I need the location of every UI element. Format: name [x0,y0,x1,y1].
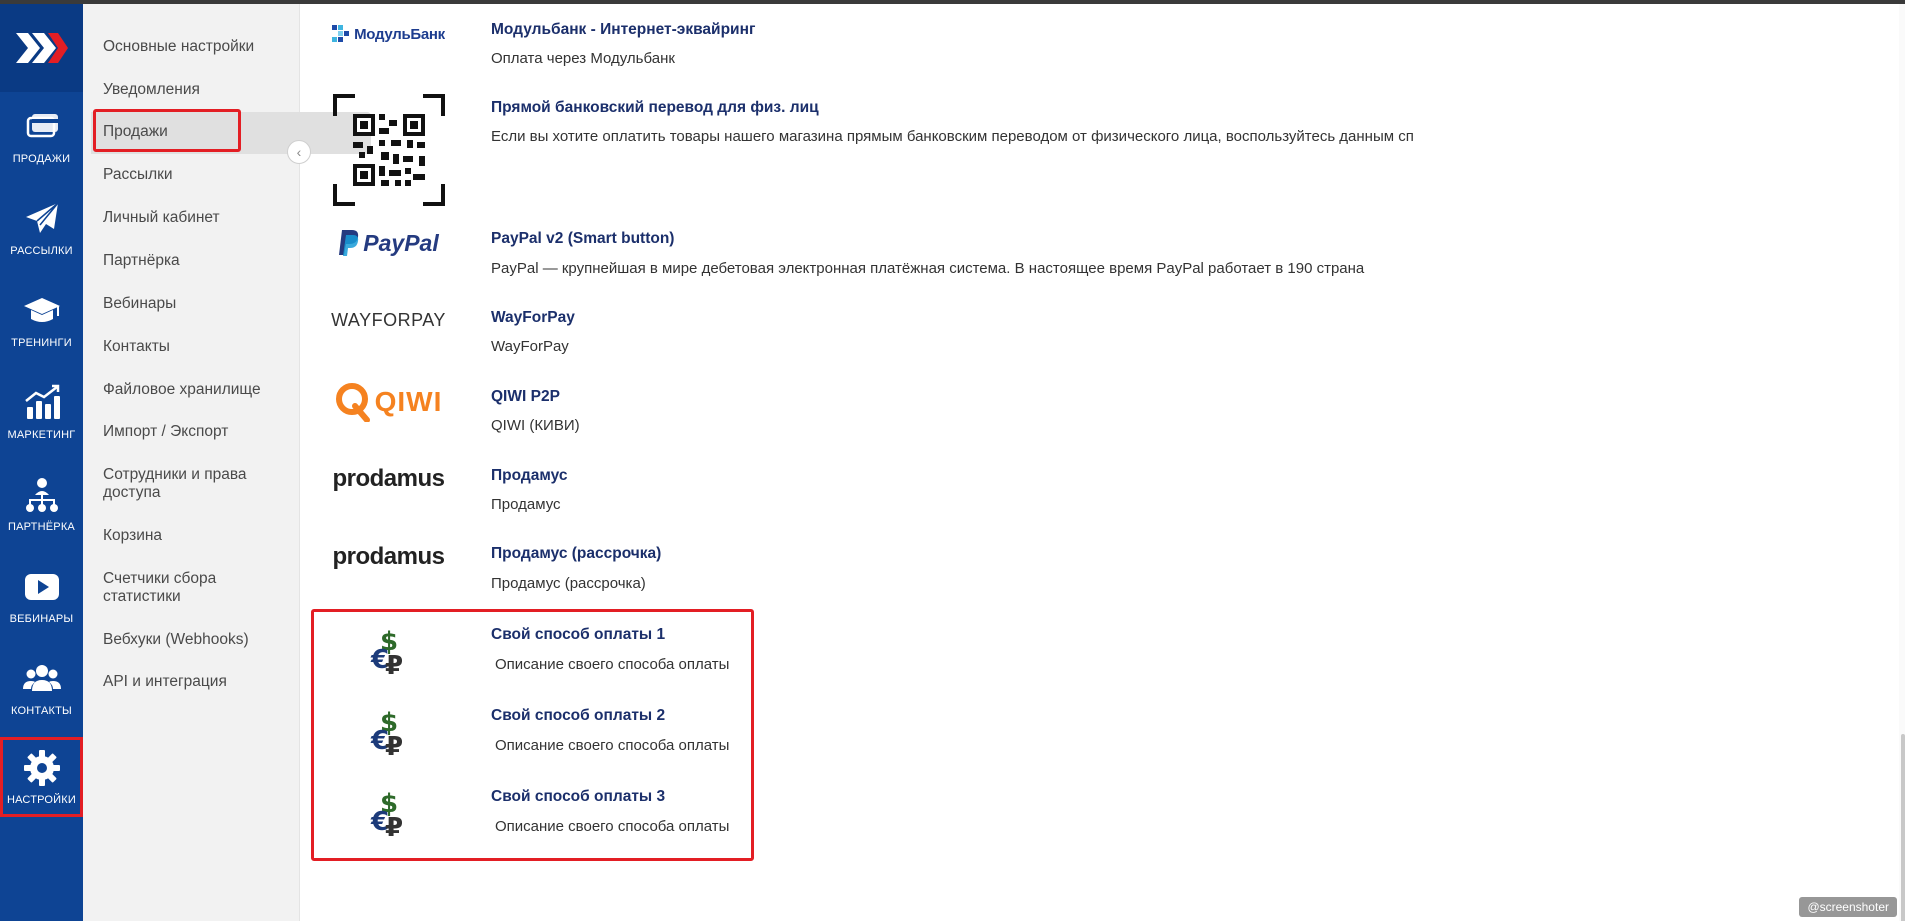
rail-item-trainings[interactable]: ТРЕНИНГИ [0,276,83,364]
active-menu-highlight [93,109,241,152]
rail-item-contacts[interactable]: КОНТАКТЫ [0,644,83,732]
menu-item-webinars[interactable]: Вебинары [103,295,293,313]
prodamus-logo-text: prodamus [332,543,445,570]
rail-label: НАСТРОЙКИ [6,794,76,806]
menu-item-counters[interactable]: Счетчики сбора статистики [103,570,253,606]
payment-method-title[interactable]: QIWI P2P [491,388,560,406]
rail-item-mailings[interactable]: РАССЫЛКИ [0,184,83,272]
scrollbar[interactable] [1899,4,1905,921]
prodamus-logo: prodamus [331,463,446,495]
chevron-left-icon: ‹ [296,144,302,160]
payment-method-desc: Продамус (рассрочка) [491,575,646,592]
play-icon [24,574,59,600]
menu-item-staff[interactable]: Сотрудники и права доступа [103,466,273,502]
rail-item-marketing[interactable]: МАРКЕТИНГ [0,368,83,456]
rail-label: РАССЫЛКИ [10,245,73,257]
app-logo[interactable] [0,4,83,92]
modulbank-mark-icon [332,25,350,42]
payment-method-title[interactable]: Продамус (рассрочка) [491,545,661,563]
chevrons-logo-icon [15,33,68,63]
menu-item-api[interactable]: API и интеграция [103,673,293,691]
wayforpay-logo: WAYFORPAY [331,307,446,333]
rail-label: МАРКЕТИНГ [7,429,76,441]
rail-item-sales[interactable]: ПРОДАЖИ [0,92,83,180]
rail-item-settings[interactable]: НАСТРОЙКИ [0,737,83,817]
rail-item-webinars[interactable]: ВЕБИНАРЫ [0,552,83,640]
users-icon [22,665,61,691]
menu-item-general[interactable]: Основные настройки [103,38,293,56]
qiwi-mark-icon [335,383,370,422]
menu-item-affiliate[interactable]: Партнёрка [103,252,293,270]
payment-method-desc: WayForPay [491,338,569,355]
payment-method-desc: Если вы хотите оплатить товары нашего ма… [491,128,1414,145]
menu-item-mailings[interactable]: Рассылки [103,166,293,184]
paypal-logo: PayPal [331,226,446,260]
payment-method-desc: Продамус [491,496,561,513]
menu-item-contacts[interactable]: Контакты [103,338,293,356]
payment-method-title[interactable]: Модульбанк - Интернет-эквайринг [491,21,755,39]
collapse-menu-button[interactable]: ‹ [287,140,311,164]
menu-item-notifications[interactable]: Уведомления [103,81,293,99]
menu-item-account[interactable]: Личный кабинет [103,209,293,227]
watermark: @screenshoter [1799,897,1897,917]
custom-methods-highlight [311,609,754,861]
prodamus-logo: prodamus [331,541,446,573]
qr-code-logo [331,93,446,207]
menu-item-import-export[interactable]: Импорт / Экспорт [103,423,293,441]
paypal-mark-icon [339,230,359,256]
paper-plane-icon [25,202,59,233]
payment-method-title[interactable]: WayForPay [491,309,575,327]
payment-method-desc: Оплата через Модульбанк [491,50,675,67]
payment-method-title[interactable]: Прямой банковский перевод для физ. лиц [491,99,819,117]
menu-item-file-storage[interactable]: Файловое хранилище [103,381,293,399]
gear-icon [23,750,60,786]
scrollbar-thumb[interactable] [1901,734,1905,921]
rail-item-affiliate[interactable]: ПАРТНЁРКА [0,460,83,548]
network-icon [25,478,58,512]
paypal-logo-text: PayPal [363,229,439,256]
qiwi-logo: QIWI [331,382,446,422]
top-border [0,0,1905,4]
menu-item-trash[interactable]: Корзина [103,527,293,545]
payment-method-title[interactable]: Продамус [491,467,567,485]
graduation-cap-icon [23,298,60,322]
modulbank-logo-text: МодульБанк [354,25,445,43]
rail-label: ПАРТНЁРКА [8,521,75,533]
rail-label: КОНТАКТЫ [11,705,72,717]
qr-code-icon [332,94,445,206]
payment-method-desc: PayPal — крупнейшая в мире дебетовая эле… [491,260,1365,277]
prodamus-logo-text: prodamus [332,465,445,492]
modulbank-logo: МодульБанк [331,20,446,48]
card-icon [26,114,58,138]
payment-method-desc: QIWI (КИВИ) [491,417,580,434]
wayforpay-logo-text: WAYFORPAY [331,309,446,330]
rail-label: ПРОДАЖИ [12,153,71,165]
chart-growth-icon [24,384,60,419]
rail-label: ТРЕНИНГИ [11,337,72,349]
qiwi-logo-text: QIWI [374,386,443,417]
rail-label: ВЕБИНАРЫ [9,613,74,625]
main-rail: ПРОДАЖИ РАССЫЛКИ ТРЕНИНГИ МАРКЕТИНГ ПАРТ… [0,0,83,921]
menu-item-webhooks[interactable]: Вебхуки (Webhooks) [103,631,293,649]
payment-method-title[interactable]: PayPal v2 (Smart button) [491,230,674,248]
